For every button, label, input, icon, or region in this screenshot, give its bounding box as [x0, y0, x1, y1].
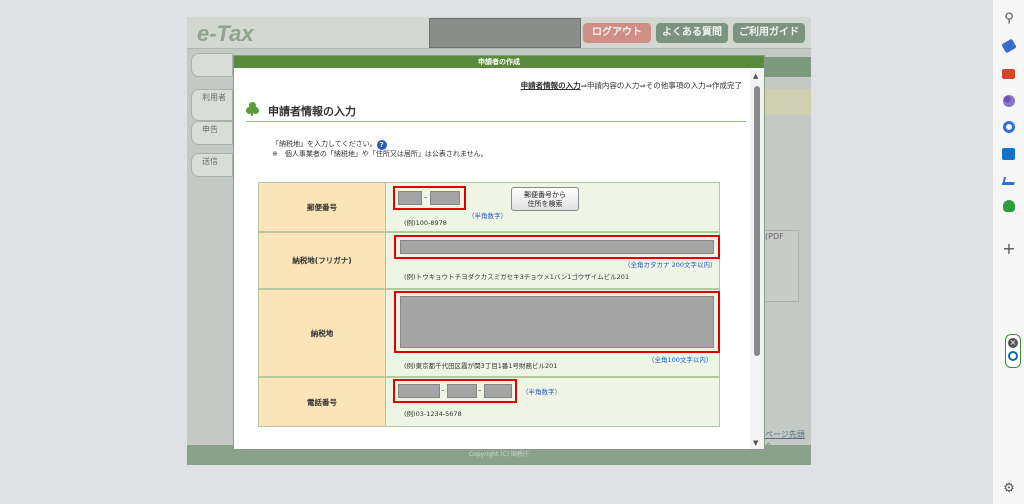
phone-highlight: [393, 379, 517, 403]
postal-example: (例)100-8978: [404, 219, 447, 227]
instructions: 「納税地」を入力してください。? ※ 個人事業者の「納税地」や「住所又は居所」は…: [272, 140, 488, 159]
form-row-phone: 電話番号 – – （半角数字） (例)03-1234-5678: [258, 377, 720, 427]
user-info-box: [429, 18, 581, 48]
phone-label: 電話番号: [259, 378, 386, 426]
postal-note: （半角数字）: [468, 212, 507, 220]
close-icon[interactable]: ×: [1008, 338, 1018, 348]
postal-search-button[interactable]: 郵便番号から 住所を検索: [511, 187, 579, 211]
briefcase-icon[interactable]: [1001, 66, 1017, 82]
form-row-address: 納税地 （全角100文字以内） (例)東京都千代田区霞が関3丁目1番1号財務ビル…: [258, 289, 720, 377]
browser-sidebar: ⚲ + ⚙: [992, 0, 1024, 504]
postal-value-cell: – （半角数字） (例)100-8978 郵便番号から 住所を検索: [386, 183, 719, 231]
phone-example: (例)03-1234-5678: [404, 410, 462, 418]
address-note: （全角100文字以内）: [648, 356, 713, 364]
gear-icon[interactable]: ⚙: [1001, 481, 1017, 497]
address-kana-label: 納税地(フリガナ): [259, 233, 386, 288]
postal-label: 郵便番号: [259, 183, 386, 231]
address-kana-note: （全角カタカナ 200文字以内）: [624, 261, 717, 269]
floating-widget[interactable]: ×: [1005, 334, 1021, 368]
postal-search-label: 郵便番号から 住所を検索: [524, 191, 566, 208]
guide-button[interactable]: ご利用ガイド: [733, 23, 805, 43]
scroll-up-icon[interactable]: ▲: [753, 72, 758, 80]
logout-button[interactable]: ログアウト: [583, 23, 651, 43]
address-kana-highlight: [394, 235, 720, 259]
scroll-thumb[interactable]: [754, 86, 760, 356]
help-icon[interactable]: ?: [376, 140, 387, 150]
breadcrumb-current: 申請者情報の入力: [520, 81, 581, 90]
breadcrumb: 申請者情報の入力⇒申請内容の入力⇒その他事項の入力⇒作成完了: [521, 80, 742, 91]
dialog-scrollbar[interactable]: ▲ ▼: [750, 70, 764, 449]
side-tab-1[interactable]: [191, 53, 233, 77]
side-tab-user[interactable]: 利用者: [191, 89, 233, 121]
tree-icon[interactable]: [1001, 199, 1017, 215]
people-icon[interactable]: [1001, 93, 1017, 109]
dialog-title: 申請者の作成: [234, 56, 764, 68]
address-highlight: [394, 291, 720, 353]
outlook-icon[interactable]: [1001, 146, 1017, 162]
phone-value-cell: – – （半角数字） (例)03-1234-5678: [386, 378, 719, 426]
section-title: 申請者情報の入力: [268, 105, 356, 118]
instruction-line-2: ※ 個人事業者の「納税地」や「住所又は居所」は公表されません。: [272, 150, 488, 158]
side-tab-declare[interactable]: 申告: [191, 121, 233, 145]
phone-note: （半角数字）: [522, 388, 561, 396]
etax-header: e-Tax ログアウト よくある質問 ご利用ガイド: [187, 17, 811, 49]
bg-card-label: (PDF: [765, 232, 784, 241]
form-row-postal: 郵便番号 – （半角数字） (例)100-8978 郵便番号から 住所を検索: [258, 182, 720, 232]
address-value-cell: （全角100文字以内） (例)東京都千代田区霞が関3丁目1番1号財務ビル201: [386, 290, 720, 376]
address-label: 納税地: [259, 290, 386, 376]
address-example: (例)東京都千代田区霞が関3丁目1番1号財務ビル201: [404, 362, 558, 370]
shopping-cart-icon[interactable]: [1001, 173, 1017, 189]
search-icon[interactable]: ⚲: [1001, 11, 1017, 27]
address-kana-value-cell: （全角カタカナ 200文字以内） (例)トウキョウトチヨダクカスミガセキ3チョウ…: [386, 233, 720, 288]
section-header: 申請者情報の入力: [246, 100, 746, 122]
extension-icon[interactable]: [1008, 351, 1018, 361]
side-tab-send[interactable]: 送信: [191, 153, 233, 177]
postal-highlight: [393, 186, 466, 210]
applicant-dialog: 申請者の作成 申請者情報の入力⇒申請内容の入力⇒その他事項の入力⇒作成完了 申請…: [233, 55, 765, 450]
clover-icon: [246, 102, 260, 116]
scroll-down-icon[interactable]: ▼: [753, 439, 758, 447]
office-icon[interactable]: [1001, 119, 1017, 135]
form-row-address-kana: 納税地(フリガナ) （全角カタカナ 200文字以内） (例)トウキョウトチヨダク…: [258, 232, 720, 289]
address-kana-example: (例)トウキョウトチヨダクカスミガセキ3チョウメ1バン1ゴウザイムビル201: [404, 273, 630, 281]
faq-button[interactable]: よくある質問: [656, 23, 728, 43]
etax-logo: e-Tax: [197, 21, 254, 46]
instruction-line-1: 「納税地」を入力してください。: [272, 140, 377, 148]
tag-icon[interactable]: [1001, 38, 1017, 54]
breadcrumb-rest: ⇒申請内容の入力⇒その他事項の入力⇒作成完了: [580, 81, 742, 90]
add-icon[interactable]: +: [1001, 241, 1017, 257]
